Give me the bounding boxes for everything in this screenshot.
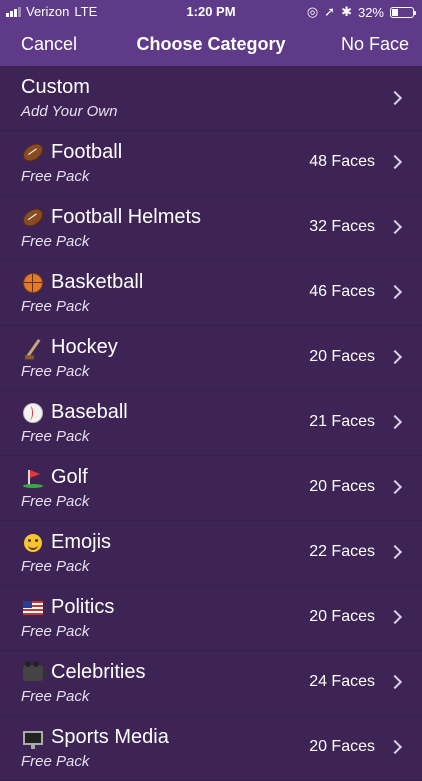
basketball-icon <box>21 272 45 294</box>
row-title: Celebrities <box>21 660 145 684</box>
navigation-bar: Cancel Choose Category No Face <box>0 22 422 66</box>
row-title: Politics <box>21 596 114 619</box>
row-subtitle: Free Pack <box>21 233 90 250</box>
category-row-football-helmets[interactable]: Football Helmets Free Pack 32 Faces <box>0 196 422 261</box>
emoji-icon <box>21 532 45 554</box>
chevron-right-icon <box>387 609 403 625</box>
face-count: 20 Faces <box>309 738 375 755</box>
row-title: Hockey <box>21 336 118 359</box>
no-face-button[interactable]: No Face <box>341 34 409 55</box>
face-count: 24 Faces <box>309 673 375 690</box>
row-subtitle: Free Pack <box>21 558 90 575</box>
face-count: 48 Faces <box>309 153 375 170</box>
row-title: Custom <box>21 76 90 98</box>
category-row-basketball[interactable]: Basketball Free Pack 46 Faces <box>0 261 422 326</box>
movie-camera-icon <box>21 660 48 684</box>
row-subtitle: Free Pack <box>21 753 90 770</box>
row-subtitle: Free Pack <box>21 623 90 640</box>
location-icon: ➚ <box>324 4 336 19</box>
golf-flag-icon <box>21 467 45 489</box>
category-row-politics[interactable]: Politics Free Pack 20 Faces <box>0 586 422 651</box>
row-title: Football Helmets <box>19 205 201 230</box>
cancel-button[interactable]: Cancel <box>21 34 77 55</box>
status-bar: Verizon LTE 1:20 PM ◎ ➚ ✱ 32% <box>0 0 422 22</box>
category-row-golf[interactable]: Golf Free Pack 20 Faces <box>0 456 422 521</box>
category-row-celebrities[interactable]: Celebrities Free Pack 24 Faces <box>0 651 422 716</box>
row-title: Sports Media <box>21 726 169 749</box>
category-row-custom[interactable]: Custom Add Your Own <box>0 66 422 131</box>
face-count: 21 Faces <box>309 413 375 430</box>
baseball-icon <box>21 402 45 424</box>
row-subtitle: Free Pack <box>21 493 90 510</box>
chevron-right-icon <box>387 739 403 755</box>
chevron-right-icon <box>387 284 403 300</box>
battery-icon <box>390 6 416 18</box>
chevron-right-icon <box>387 154 403 170</box>
monitor-icon <box>21 727 45 749</box>
bluetooth-icon: ✱ <box>341 4 352 19</box>
chevron-right-icon <box>387 674 403 690</box>
row-title: Basketball <box>21 271 143 294</box>
row-subtitle: Free Pack <box>21 688 90 705</box>
chevron-right-icon <box>387 479 403 495</box>
face-count: 22 Faces <box>309 543 375 560</box>
chevron-right-icon <box>387 414 403 430</box>
row-subtitle: Free Pack <box>21 428 90 445</box>
category-row-hockey[interactable]: Hockey Free Pack 20 Faces <box>0 326 422 391</box>
face-count: 20 Faces <box>309 478 375 495</box>
rotation-lock-icon: ◎ <box>306 4 319 19</box>
row-subtitle: Add Your Own <box>21 103 118 120</box>
category-list: Custom Add Your Own Football Free Pack 4… <box>0 66 422 781</box>
row-title: Golf <box>21 466 88 489</box>
face-count: 46 Faces <box>309 283 375 300</box>
category-row-baseball[interactable]: Baseball Free Pack 21 Faces <box>0 391 422 456</box>
battery-percent: 32% <box>357 4 384 20</box>
row-title: Baseball <box>21 401 128 424</box>
status-right: ◎ ➚ ✱ 32% <box>306 4 416 20</box>
row-subtitle: Free Pack <box>21 298 90 315</box>
chevron-right-icon <box>387 90 403 106</box>
face-count: 32 Faces <box>309 218 375 235</box>
face-count: 20 Faces <box>309 348 375 365</box>
category-row-emojis[interactable]: Emojis Free Pack 22 Faces <box>0 521 422 586</box>
football-icon <box>19 205 47 230</box>
chevron-right-icon <box>387 544 403 560</box>
hockey-stick-icon <box>21 337 45 359</box>
category-row-sports-media[interactable]: Sports Media Free Pack 20 Faces <box>0 716 422 781</box>
football-icon <box>19 140 47 165</box>
row-subtitle: Free Pack <box>21 363 90 380</box>
row-title: Emojis <box>21 531 111 554</box>
face-count: 20 Faces <box>309 608 375 625</box>
us-flag-icon <box>21 597 45 619</box>
row-title: Football <box>19 140 122 165</box>
row-subtitle: Free Pack <box>21 168 90 185</box>
category-row-football[interactable]: Football Free Pack 48 Faces <box>0 131 422 196</box>
chevron-right-icon <box>387 219 403 235</box>
chevron-right-icon <box>387 349 403 365</box>
